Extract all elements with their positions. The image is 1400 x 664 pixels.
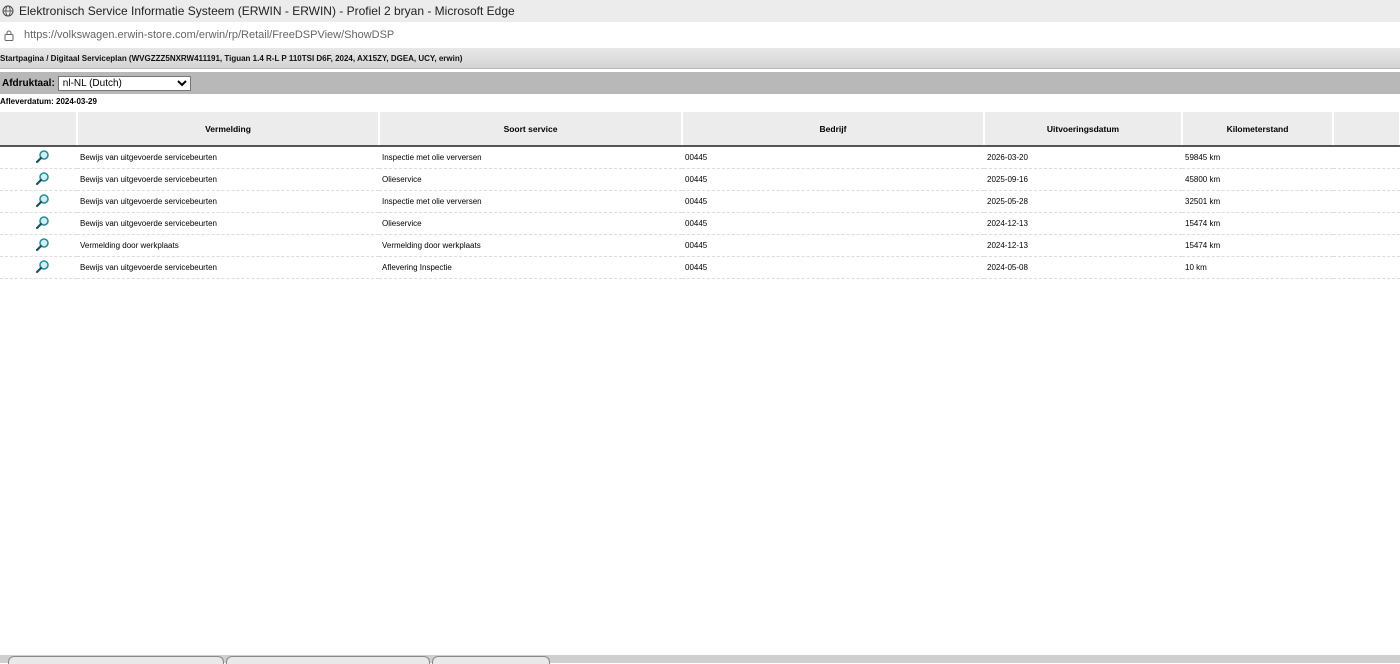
col-header-uitvoeringsdatum[interactable]: Uitvoeringsdatum [984,112,1183,147]
cell-bedrijf: 00445 [682,168,984,191]
cell-kilometerstand: 59845 km [1182,146,1333,169]
delivery-date: Afleverdatum: 2024-03-29 [0,97,97,106]
col-header-bedrijf[interactable]: Bedrijf [682,112,985,147]
cell-extra [1333,168,1400,191]
cell-kilometerstand: 32501 km [1182,190,1333,213]
cell-kilometerstand: 10 km [1182,256,1333,279]
col-header-vermelding[interactable]: Vermelding [77,112,380,147]
service-table: Vermelding Soort service Bedrijf Uitvoer… [0,112,1400,279]
cell-soort-service: Inspectie met olie verversen [379,190,682,213]
cell-bedrijf: 00445 [682,234,984,257]
magnifier-icon[interactable] [35,193,50,208]
globe-icon [2,4,16,18]
print-language-select[interactable]: nl-NL (Dutch) [57,75,191,91]
cell-soort-service: Vermelding door werkplaats [379,234,682,257]
cell-extra [1333,190,1400,213]
cell-soort-service: Aflevering Inspectie [379,256,682,279]
cell-soort-service: Olieservice [379,168,682,191]
col-header-soort-service[interactable]: Soort service [379,112,683,147]
cell-vermelding: Bewijs van uitgevoerde servicebeurten [77,168,379,191]
cell-vermelding: Vermelding door werkplaats [77,234,379,257]
table-header-row: Vermelding Soort service Bedrijf Uitvoer… [0,112,1400,147]
table-row: Bewijs van uitgevoerde servicebeurten Ins… [0,146,1400,169]
address-bar[interactable]: https://volkswagen.erwin-store.com/erwin… [0,22,1400,48]
cell-kilometerstand: 45800 km [1182,168,1333,191]
print-language-label: Afdruktaal: [2,77,55,89]
window-title: Elektronisch Service Informatie Systeem … [19,4,515,18]
row-action-cell [0,234,77,257]
col-header-extra [1333,112,1400,147]
cell-kilometerstand: 15474 km [1182,212,1333,235]
table-row: Bewijs van uitgevoerde servicebeurten Oli… [0,212,1400,235]
magnifier-icon[interactable] [35,149,50,164]
table-row: Bewijs van uitgevoerde servicebeurten Ins… [0,190,1400,213]
table-body: Bewijs van uitgevoerde servicebeurten Ins… [0,146,1400,279]
row-action-cell [0,168,77,191]
row-action-cell [0,256,77,279]
cell-bedrijf: 00445 [682,190,984,213]
url-text[interactable]: https://volkswagen.erwin-store.com/erwin… [24,29,394,41]
cell-bedrijf: 00445 [682,146,984,169]
cell-extra [1333,234,1400,257]
cell-uitvoeringsdatum: 2026-03-20 [984,146,1182,169]
print-language-bar: Afdruktaal: nl-NL (Dutch) [0,72,1400,94]
breadcrumb-text[interactable]: Startpagina / Digitaal Serviceplan (WVGZ… [0,54,462,63]
cell-uitvoeringsdatum: 2025-05-28 [984,190,1182,213]
window-titlebar: Elektronisch Service Informatie Systeem … [0,0,1400,22]
cell-extra [1333,256,1400,279]
cell-bedrijf: 00445 [682,212,984,235]
table-row: Vermelding door werkplaats Vermelding doo… [0,234,1400,257]
cell-vermelding: Bewijs van uitgevoerde servicebeurten [77,190,379,213]
cell-soort-service: Inspectie met olie verversen [379,146,682,169]
cell-vermelding: Bewijs van uitgevoerde servicebeurten [77,212,379,235]
table-row: Bewijs van uitgevoerde servicebeurten Afl… [0,256,1400,279]
row-action-cell [0,212,77,235]
cell-soort-service: Olieservice [379,212,682,235]
magnifier-icon[interactable] [35,237,50,252]
cell-vermelding: Bewijs van uitgevoerde servicebeurten [77,256,379,279]
row-action-cell [0,190,77,213]
cell-bedrijf: 00445 [682,256,984,279]
table-row: Bewijs van uitgevoerde servicebeurten Oli… [0,168,1400,191]
col-header-action [0,112,78,147]
breadcrumb: Startpagina / Digitaal Serviceplan (WVGZ… [0,48,1400,69]
magnifier-icon[interactable] [35,215,50,230]
row-action-cell [0,146,77,169]
cell-kilometerstand: 15474 km [1182,234,1333,257]
cell-extra [1333,212,1400,235]
cell-uitvoeringsdatum: 2025-09-16 [984,168,1182,191]
magnifier-icon[interactable] [35,259,50,274]
cell-uitvoeringsdatum: 2024-12-13 [984,212,1182,235]
cell-uitvoeringsdatum: 2024-05-08 [984,256,1182,279]
cell-uitvoeringsdatum: 2024-12-13 [984,234,1182,257]
col-header-kilometerstand[interactable]: Kilometerstand [1182,112,1334,147]
lock-icon [4,29,16,41]
cell-vermelding: Bewijs van uitgevoerde servicebeurten [77,146,379,169]
magnifier-icon[interactable] [35,171,50,186]
cell-extra [1333,146,1400,169]
